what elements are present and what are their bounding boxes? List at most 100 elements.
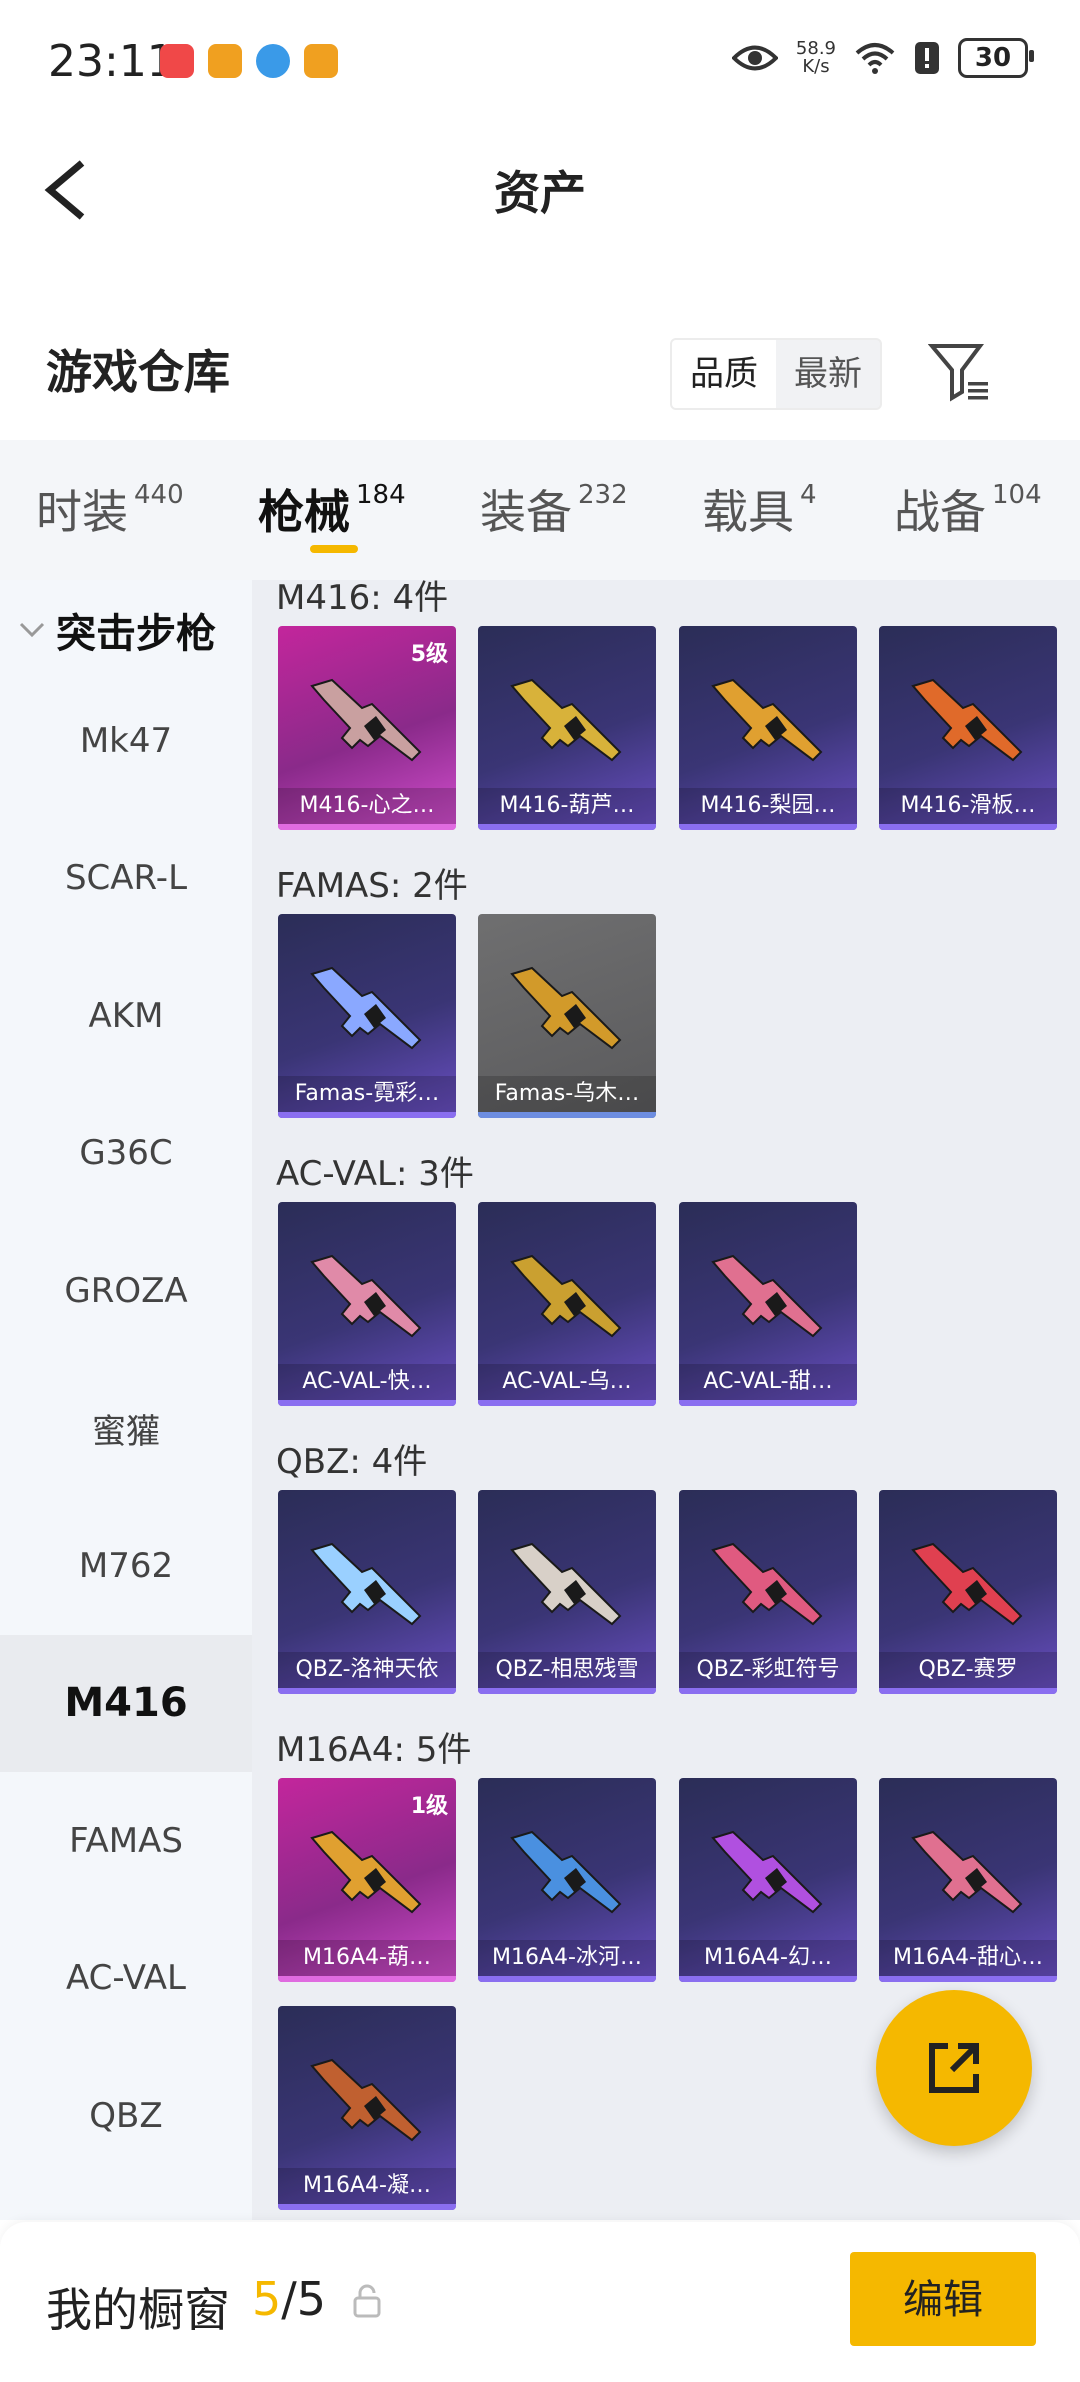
- rifle-icon: [310, 1542, 422, 1626]
- card-name: M16A4-幻…: [679, 1940, 857, 1976]
- app-blue-icon: [256, 44, 290, 78]
- sidebar-item[interactable]: AKM: [0, 947, 252, 1084]
- sidebar-item[interactable]: 蜜獾: [0, 1360, 252, 1497]
- lock-icon: [353, 2284, 381, 2318]
- app-orange-icon: [208, 44, 242, 78]
- card-name: QBZ-洛神天依: [278, 1652, 456, 1688]
- sort-newest-option[interactable]: 最新: [776, 340, 880, 408]
- rifle-icon: [711, 1542, 823, 1626]
- rifle-icon: [310, 678, 422, 762]
- app-red-icon: [160, 44, 194, 78]
- sidebar-item[interactable]: SCAR-L: [0, 810, 252, 947]
- showcase-count: 5/5: [252, 2272, 327, 2326]
- card-name: M16A4-凝…: [278, 2168, 456, 2204]
- rifle-icon: [510, 678, 622, 762]
- group-title: M16A4: 5件: [276, 1730, 472, 1770]
- tab-combat-gear[interactable]: 战备 104: [894, 476, 1042, 542]
- net-speed: 58.9 K/s: [795, 38, 836, 77]
- category-tabs: 时装 440 枪械 184 装备 232 载具 4 战备 104: [0, 440, 1080, 580]
- filter-icon: [927, 344, 988, 402]
- weapon-card[interactable]: QBZ-相思残雪: [478, 1490, 656, 1694]
- warehouse-header: 游戏仓库 品质 最新: [0, 310, 1080, 430]
- sidebar-item[interactable]: QBZ: [0, 2047, 252, 2184]
- weapon-card[interactable]: M16A4-甜心…: [879, 1778, 1057, 1982]
- card-name: QBZ-赛罗: [879, 1652, 1057, 1688]
- rifle-icon: [911, 1542, 1023, 1626]
- sidebar-category-header[interactable]: 突击步枪: [18, 590, 216, 670]
- card-name: M16A4-葫…: [278, 1940, 456, 1976]
- card-name: AC-VAL-甜…: [679, 1364, 857, 1400]
- card-name: M16A4-冰河…: [478, 1940, 656, 1976]
- edit-button[interactable]: 编辑: [850, 2252, 1036, 2346]
- sidebar-item[interactable]: G36C: [0, 1085, 252, 1222]
- card-name: Famas-乌木…: [478, 1076, 656, 1112]
- app-orange-icon: [304, 44, 338, 78]
- rifle-icon: [510, 1830, 622, 1914]
- weapon-card[interactable]: AC-VAL-乌…: [478, 1202, 656, 1406]
- page-title: 资产: [494, 166, 586, 220]
- sidebar-category-label: 突击步枪: [56, 611, 216, 657]
- sidebar-item[interactable]: GROZA: [0, 1222, 252, 1359]
- card-name: Famas-霓彩…: [278, 1076, 456, 1112]
- rifle-icon: [310, 966, 422, 1050]
- card-level-badge: 1级: [410, 1794, 448, 1819]
- active-tab-indicator: [310, 545, 358, 553]
- weapon-card[interactable]: M416-梨园…: [679, 626, 857, 830]
- card-name: AC-VAL-乌…: [478, 1364, 656, 1400]
- filter-button[interactable]: [927, 340, 992, 404]
- eye-icon: [731, 45, 778, 71]
- sidebar-item[interactable]: AC-VAL: [0, 1910, 252, 2047]
- card-name: M416-梨园…: [679, 788, 857, 824]
- sidebar-item[interactable]: M416: [0, 1634, 252, 1772]
- sidebar-item[interactable]: M762: [0, 1497, 252, 1634]
- card-name: AC-VAL-快…: [278, 1364, 456, 1400]
- weapon-card[interactable]: M416-滑板…: [879, 626, 1057, 830]
- sort-toggle: 品质 最新: [670, 338, 882, 410]
- rifle-icon: [911, 1830, 1023, 1914]
- weapon-card[interactable]: AC-VAL-快…: [278, 1202, 456, 1406]
- card-name: QBZ-相思残雪: [478, 1652, 656, 1688]
- battery-icon: 30: [958, 38, 1034, 78]
- weapon-grid: M416: 4件 5级 M416-心之… M416-葫芦… M416-梨园… M416-滑…: [252, 580, 1080, 2220]
- status-bar: 23:11 58.9 K/s 30: [0, 0, 1080, 125]
- sidebar-item[interactable]: FAMAS: [0, 1772, 252, 1909]
- rifle-icon: [711, 678, 823, 762]
- weapon-card[interactable]: QBZ-赛罗: [879, 1490, 1057, 1694]
- title-bar: 资产: [0, 125, 1080, 250]
- group-title: AC-VAL: 3件: [276, 1154, 474, 1194]
- group-title: QBZ: 4件: [276, 1442, 428, 1482]
- card-name: M416-心之…: [278, 788, 456, 824]
- rifle-icon: [510, 1254, 622, 1338]
- tab-guns[interactable]: 枪械 184: [258, 476, 406, 542]
- weapon-card[interactable]: M16A4-冰河…: [478, 1778, 656, 1982]
- weapon-card[interactable]: AC-VAL-甜…: [679, 1202, 857, 1406]
- sort-quality-option[interactable]: 品质: [672, 340, 776, 408]
- status-time: 23:11: [48, 36, 175, 87]
- card-name: QBZ-彩虹符号: [679, 1652, 857, 1688]
- tab-vehicles[interactable]: 载具 4: [702, 476, 817, 542]
- share-button[interactable]: [876, 1990, 1032, 2146]
- rifle-icon: [510, 1542, 622, 1626]
- weapon-card[interactable]: QBZ-彩虹符号: [679, 1490, 857, 1694]
- rifle-icon: [711, 1254, 823, 1338]
- tab-fashion[interactable]: 时装 440: [36, 476, 184, 542]
- card-level-badge: 5级: [410, 642, 448, 667]
- weapon-card[interactable]: Famas-乌木…: [478, 914, 656, 1118]
- weapon-card[interactable]: Famas-霓彩…: [278, 914, 456, 1118]
- chevron-down-icon: [19, 622, 45, 638]
- rifle-icon: [310, 1830, 422, 1914]
- weapon-card[interactable]: QBZ-洛神天依: [278, 1490, 456, 1694]
- weapon-card[interactable]: M416-葫芦…: [478, 626, 656, 830]
- weapon-card[interactable]: M16A4-幻…: [679, 1778, 857, 1982]
- sidebar-item[interactable]: Mk47: [0, 672, 252, 809]
- wifi-icon: [855, 43, 895, 74]
- tab-equipment[interactable]: 装备 232: [480, 476, 628, 542]
- weapon-card[interactable]: 1级 M16A4-葫…: [278, 1778, 456, 1982]
- card-name: M416-葫芦…: [478, 788, 656, 824]
- weapon-card[interactable]: 5级 M416-心之…: [278, 626, 456, 830]
- rifle-icon: [711, 1830, 823, 1914]
- weapon-card[interactable]: M16A4-凝…: [278, 2006, 456, 2210]
- weapon-type-sidebar: 突击步枪 Mk47 SCAR-L AKM G36C GROZA 蜜獾 M762 M416 FAM…: [0, 580, 252, 2220]
- rifle-icon: [310, 2058, 422, 2142]
- showcase-bar: 我的橱窗 5/5 编辑: [0, 2222, 1080, 2382]
